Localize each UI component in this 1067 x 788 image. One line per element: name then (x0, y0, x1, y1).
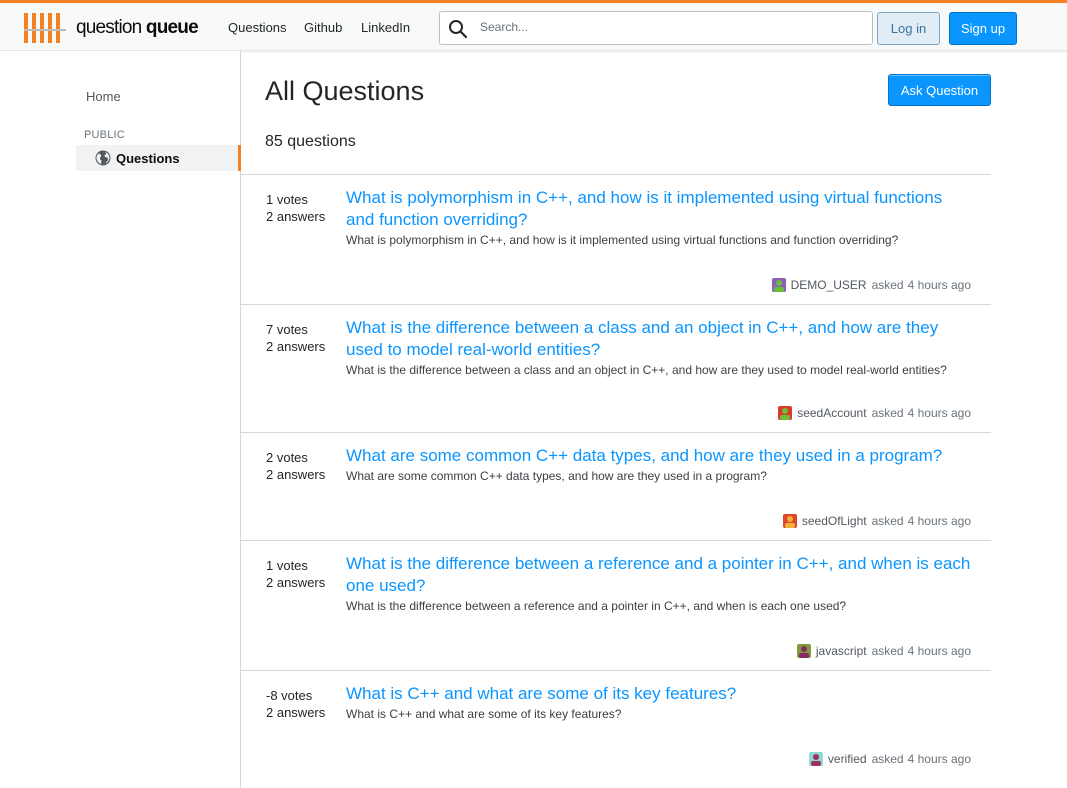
vote-count: 2 votes (266, 450, 308, 465)
asked-time: 4 hours ago (907, 752, 971, 766)
ask-question-button[interactable]: Ask Question (888, 74, 991, 106)
asked-time: 4 hours ago (907, 278, 971, 292)
logo-icon (24, 13, 66, 43)
answer-count: 2 answers (266, 209, 326, 224)
question-excerpt: What is the difference between a referen… (346, 599, 847, 613)
user-icon (780, 408, 791, 420)
asked-time: 4 hours ago (907, 406, 971, 420)
logo[interactable]: question queue (22, 10, 202, 46)
user-name-link[interactable]: DEMO_USER (791, 278, 867, 292)
question-stats: 1 votes 2 answers (266, 187, 346, 292)
avatar[interactable] (808, 752, 823, 766)
asked-label: asked (871, 752, 904, 766)
question-summary: What is C++ and what are some of its key… (346, 683, 971, 766)
question-excerpt: What is polymorphism in C++, and how is … (346, 233, 899, 247)
vote-count: 7 votes (266, 322, 308, 337)
question-title-link[interactable]: What is C++ and what are some of its key… (346, 683, 971, 705)
question-excerpt: What is C++ and what are some of its key… (346, 707, 622, 721)
user-icon (784, 516, 795, 528)
question-meta: verified asked 4 hours ago (346, 752, 971, 766)
answer-count: 2 answers (266, 339, 326, 354)
question-title-link[interactable]: What is the difference between a class a… (346, 317, 971, 361)
left-sidebar: Home PUBLIC Questions (0, 51, 241, 788)
question-stats: 1 votes 2 answers (266, 553, 346, 658)
user-icon (798, 646, 809, 658)
user-name-link[interactable]: seedAccount (797, 406, 866, 420)
nav-linkedin[interactable]: LinkedIn (361, 20, 410, 35)
search-icon (449, 20, 468, 39)
user-name-link[interactable]: javascript (816, 644, 867, 658)
avatar[interactable] (796, 644, 811, 658)
question-title-link[interactable]: What is the difference between a referen… (346, 553, 971, 597)
top-bar: question queue Questions Github LinkedIn… (0, 0, 1067, 51)
asked-time: 4 hours ago (907, 644, 971, 658)
question-row: 1 votes 2 answers What is polymorphism i… (241, 174, 991, 304)
sidebar-section-public: PUBLIC (84, 129, 125, 141)
question-title-link[interactable]: What is polymorphism in C++, and how is … (346, 187, 971, 231)
question-meta: javascript asked 4 hours ago (346, 644, 971, 658)
asked-label: asked (871, 406, 904, 420)
question-stats: -8 votes 2 answers (266, 683, 346, 766)
avatar[interactable] (771, 278, 786, 292)
question-stats: 7 votes 2 answers (266, 317, 346, 420)
answer-count: 2 answers (266, 705, 326, 720)
sidebar-item-home[interactable]: Home (86, 89, 121, 104)
search-box[interactable] (439, 11, 873, 45)
globe-icon (95, 150, 111, 166)
question-excerpt: What are some common C++ data types, and… (346, 469, 767, 483)
vote-count: -8 votes (266, 688, 313, 703)
asked-label: asked (871, 514, 904, 528)
question-row: 7 votes 2 answers What is the difference… (241, 304, 991, 432)
question-excerpt: What is the difference between a class a… (346, 363, 947, 377)
user-icon (773, 280, 784, 292)
question-row: 2 votes 2 answers What are some common C… (241, 432, 991, 540)
avatar[interactable] (782, 514, 797, 528)
question-meta: seedOfLight asked 4 hours ago (346, 514, 971, 528)
question-meta: DEMO_USER asked 4 hours ago (346, 278, 971, 292)
question-row: 1 votes 2 answers What is the difference… (241, 540, 991, 670)
user-name-link[interactable]: seedOfLight (802, 514, 867, 528)
login-button[interactable]: Log in (877, 12, 940, 45)
question-summary: What is the difference between a class a… (346, 317, 971, 420)
search-input[interactable] (480, 20, 860, 34)
sidebar-item-label: Questions (116, 150, 180, 166)
question-summary: What is the difference between a referen… (346, 553, 971, 658)
asked-time: 4 hours ago (907, 514, 971, 528)
question-title-link[interactable]: What are some common C++ data types, and… (346, 445, 971, 467)
signup-button[interactable]: Sign up (949, 12, 1017, 45)
sidebar-item-questions[interactable]: Questions (76, 145, 241, 171)
user-name-link[interactable]: verified (828, 752, 867, 766)
nav-github[interactable]: Github (304, 20, 342, 35)
avatar[interactable] (778, 406, 793, 420)
page-title: All Questions (265, 76, 425, 106)
asked-label: asked (871, 644, 904, 658)
asked-label: asked (871, 278, 904, 292)
user-icon (810, 754, 821, 766)
answer-count: 2 answers (266, 575, 326, 590)
answer-count: 2 answers (266, 467, 326, 482)
nav-questions[interactable]: Questions (228, 20, 287, 35)
logo-text: question queue (76, 17, 199, 38)
question-stats: 2 votes 2 answers (266, 445, 346, 528)
question-summary: What are some common C++ data types, and… (346, 445, 971, 528)
vote-count: 1 votes (266, 192, 308, 207)
question-meta: seedAccount asked 4 hours ago (346, 406, 971, 420)
question-row: -8 votes 2 answers What is C++ and what … (241, 670, 991, 778)
question-count: 85 questions (265, 133, 356, 150)
question-list: 1 votes 2 answers What is polymorphism i… (241, 174, 991, 778)
vote-count: 1 votes (266, 558, 308, 573)
question-summary: What is polymorphism in C++, and how is … (346, 187, 971, 292)
